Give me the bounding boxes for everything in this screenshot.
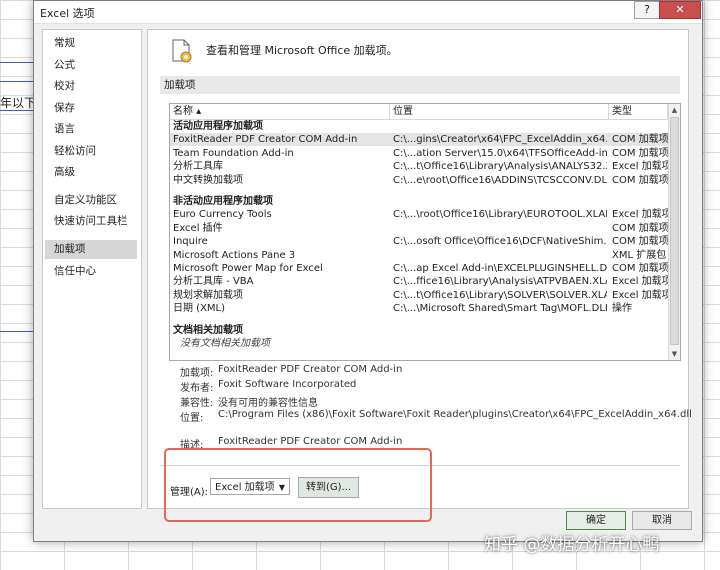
cell-location: C:\...ation Server\15.0\x64\TFSOfficeAdd… xyxy=(393,147,607,159)
addins-panel: 查看和管理 Microsoft Office 加载项。 加载项 名称 ▴ 位置 … xyxy=(147,29,692,522)
cell-type: Excel 加载项 xyxy=(612,161,668,173)
cell-location: C:\...\Microsoft Shared\Smart Tag\MOFL.D… xyxy=(393,303,607,315)
list-row[interactable]: 规划求解加载项 C:\...t\Office16\Library\SOLVER\S… xyxy=(170,289,668,302)
addins-list[interactable]: 名称 ▴ 位置 类型 活动应用程序加载项 FoxitReader PDF Crea… xyxy=(169,103,681,361)
cell-type: Excel 加载项 xyxy=(612,209,668,221)
cell-location: C:\...gins\Creator\x64\FPC_ExcelAddin_x6… xyxy=(393,134,607,146)
cell-type: COM 加载项 xyxy=(612,134,668,146)
list-row[interactable]: 分析工具库 C:\...t\Office16\Library\Analysis\A… xyxy=(170,160,668,173)
cell-name: 中文转换加载项 xyxy=(173,174,243,186)
cell-type: COM 加载项 xyxy=(612,263,668,275)
highlight-annotation-box xyxy=(164,448,432,522)
cell-type: COM 加载项 xyxy=(612,236,668,248)
detail-addin-label: 加载项: xyxy=(180,368,214,379)
options-nav: 常规公式校对保存语言轻松访问高级自定义功能区 快速访问工具栏 加载项信任中心 xyxy=(42,29,142,509)
dialog-title: Excel 选项 xyxy=(40,7,95,20)
list-column-headers: 名称 ▴ 位置 类型 xyxy=(170,104,668,120)
list-row[interactable]: 分析工具库 - VBA C:\...ffice16\Library\Analysi… xyxy=(170,275,668,288)
watermark-text: 知乎 @数据分析开心鸭 xyxy=(484,535,660,555)
list-row[interactable]: Inquire C:\...osoft Office\Office16\DCF\N… xyxy=(170,235,668,248)
sheet-cell-text: 年以下 xyxy=(0,96,37,110)
close-button[interactable]: ✕ xyxy=(659,1,701,19)
cell-name: 分析工具库 xyxy=(173,161,223,173)
list-group-header: 文档相关加载项 xyxy=(173,324,243,336)
nav-item[interactable]: 信任中心 xyxy=(45,262,137,281)
scroll-down-icon[interactable]: ▼ xyxy=(670,349,679,359)
cell-location: C:\...e\root\Office16\ADDINS\TCSCCONV.DL… xyxy=(393,174,607,186)
detail-publisher-value: Foxit Software Incorporated xyxy=(218,379,357,390)
excel-options-dialog: Excel 选项 ? ✕ 常规公式校对保存语言轻松访问高级自定义功能区 快速访问工… xyxy=(33,0,703,542)
sheet-border-line xyxy=(0,81,33,82)
list-row[interactable]: Team Foundation Add-in C:\...ation Server… xyxy=(170,147,668,160)
cell-type: COM 加载项 xyxy=(612,147,668,159)
list-group-header: 非活动应用程序加载项 xyxy=(173,196,273,208)
nav-item[interactable]: 加载项 xyxy=(45,240,137,260)
cell-name: 规划求解加载项 xyxy=(173,289,243,301)
list-row[interactable]: 日期 (XML) C:\...\Microsoft Shared\Smart Ta… xyxy=(170,302,668,315)
detail-compat-value: 没有可用的兼容性信息 xyxy=(218,398,318,409)
nav-item[interactable]: 常规 xyxy=(45,34,137,53)
list-row[interactable]: FoxitReader PDF Creator COM Add-in C:\...… xyxy=(170,133,668,147)
nav-item[interactable]: 高级 xyxy=(45,163,137,182)
cell-location: C:\...ap Excel Add-in\EXCELPLUGINSHELL.D… xyxy=(393,263,607,275)
nav-item[interactable]: 自定义功能区 xyxy=(45,191,137,210)
cell-name: Team Foundation Add-in xyxy=(173,147,294,159)
list-row[interactable]: Microsoft Power Map for Excel C:\...ap Ex… xyxy=(170,262,668,275)
section-header: 加载项 xyxy=(160,76,680,94)
cell-name: Excel 插件 xyxy=(173,222,223,234)
nav-item[interactable]: 校对 xyxy=(45,77,137,96)
cell-location: C:\...t\Office16\Library\SOLVER\SOLVER.X… xyxy=(393,289,607,301)
nav-item[interactable]: 保存 xyxy=(45,99,137,118)
scroll-up-icon[interactable]: ▲ xyxy=(670,105,679,115)
cell-type: Excel 加载项 xyxy=(612,289,668,301)
detail-desc-value: FoxitReader PDF Creator COM Add-in xyxy=(218,436,403,447)
column-header-location[interactable]: 位置 xyxy=(390,104,609,119)
list-group-header: 活动应用程序加载项 xyxy=(173,121,263,132)
ok-button[interactable]: 确定 xyxy=(566,511,626,530)
cell-location: C:\...ffice16\Library\Analysis\ATPVBAEN.… xyxy=(393,276,607,288)
cell-location: C:\...\root\Office16\Library\EUROTOOL.XL… xyxy=(393,209,607,221)
gear-document-icon xyxy=(172,39,192,63)
column-header-type[interactable]: 类型 xyxy=(609,104,668,119)
cell-name: 日期 (XML) xyxy=(173,303,226,315)
cell-type: COM 加载项 xyxy=(612,174,668,186)
title-bar: Excel 选项 ? ✕ xyxy=(34,1,702,24)
nav-item[interactable]: 公式 xyxy=(45,56,137,75)
page-description: 查看和管理 Microsoft Office 加载项。 xyxy=(206,44,398,57)
nav-item[interactable]: 语言 xyxy=(45,120,137,139)
detail-compat-label: 兼容性: xyxy=(180,398,214,409)
list-row[interactable]: 中文转换加载项 C:\...e\root\Office16\ADDINS\TCSC… xyxy=(170,174,668,187)
list-row[interactable]: Excel 插件 COM 加载项 xyxy=(170,222,668,235)
sheet-border-line xyxy=(0,331,33,332)
cell-name: Microsoft Power Map for Excel xyxy=(173,263,323,275)
cell-type: 操作 xyxy=(612,303,632,315)
cell-name: Euro Currency Tools xyxy=(173,209,272,221)
cell-type: Excel 加载项 xyxy=(612,276,668,288)
cell-name: FoxitReader PDF Creator COM Add-in xyxy=(173,134,358,146)
column-header-name[interactable]: 名称 ▴ xyxy=(170,104,390,119)
cell-name: Microsoft Actions Pane 3 xyxy=(173,249,296,261)
help-button[interactable]: ? xyxy=(634,1,660,19)
detail-publisher-label: 发布者: xyxy=(180,383,214,394)
detail-location-value: C:\Program Files (x86)\Foxit Software\Fo… xyxy=(218,409,692,420)
cell-type: XML 扩展包 xyxy=(612,249,667,261)
detail-location-label: 位置: xyxy=(180,413,204,424)
sheet-border-line xyxy=(0,62,33,63)
cell-type: COM 加载项 xyxy=(612,222,668,234)
cell-name: Inquire xyxy=(173,236,208,248)
cell-name: 分析工具库 - VBA xyxy=(173,276,254,288)
list-row[interactable]: Euro Currency Tools C:\...\root\Office16\… xyxy=(170,208,668,221)
nav-item[interactable]: 快速访问工具栏 xyxy=(45,212,137,231)
list-row[interactable]: Microsoft Actions Pane 3 XML 扩展包 xyxy=(170,249,668,262)
scroll-thumb[interactable] xyxy=(670,117,679,345)
list-empty-message: 没有文档相关加载项 xyxy=(180,338,270,350)
list-scrollbar[interactable]: ▲ ▼ xyxy=(668,104,680,360)
cell-location: C:\...osoft Office\Office16\DCF\NativeSh… xyxy=(393,236,607,248)
nav-item[interactable]: 轻松访问 xyxy=(45,142,137,161)
cell-location: C:\...t\Office16\Library\Analysis\ANALYS… xyxy=(393,161,607,173)
detail-addin-value: FoxitReader PDF Creator COM Add-in xyxy=(218,364,403,375)
cancel-button[interactable]: 取消 xyxy=(632,511,692,530)
